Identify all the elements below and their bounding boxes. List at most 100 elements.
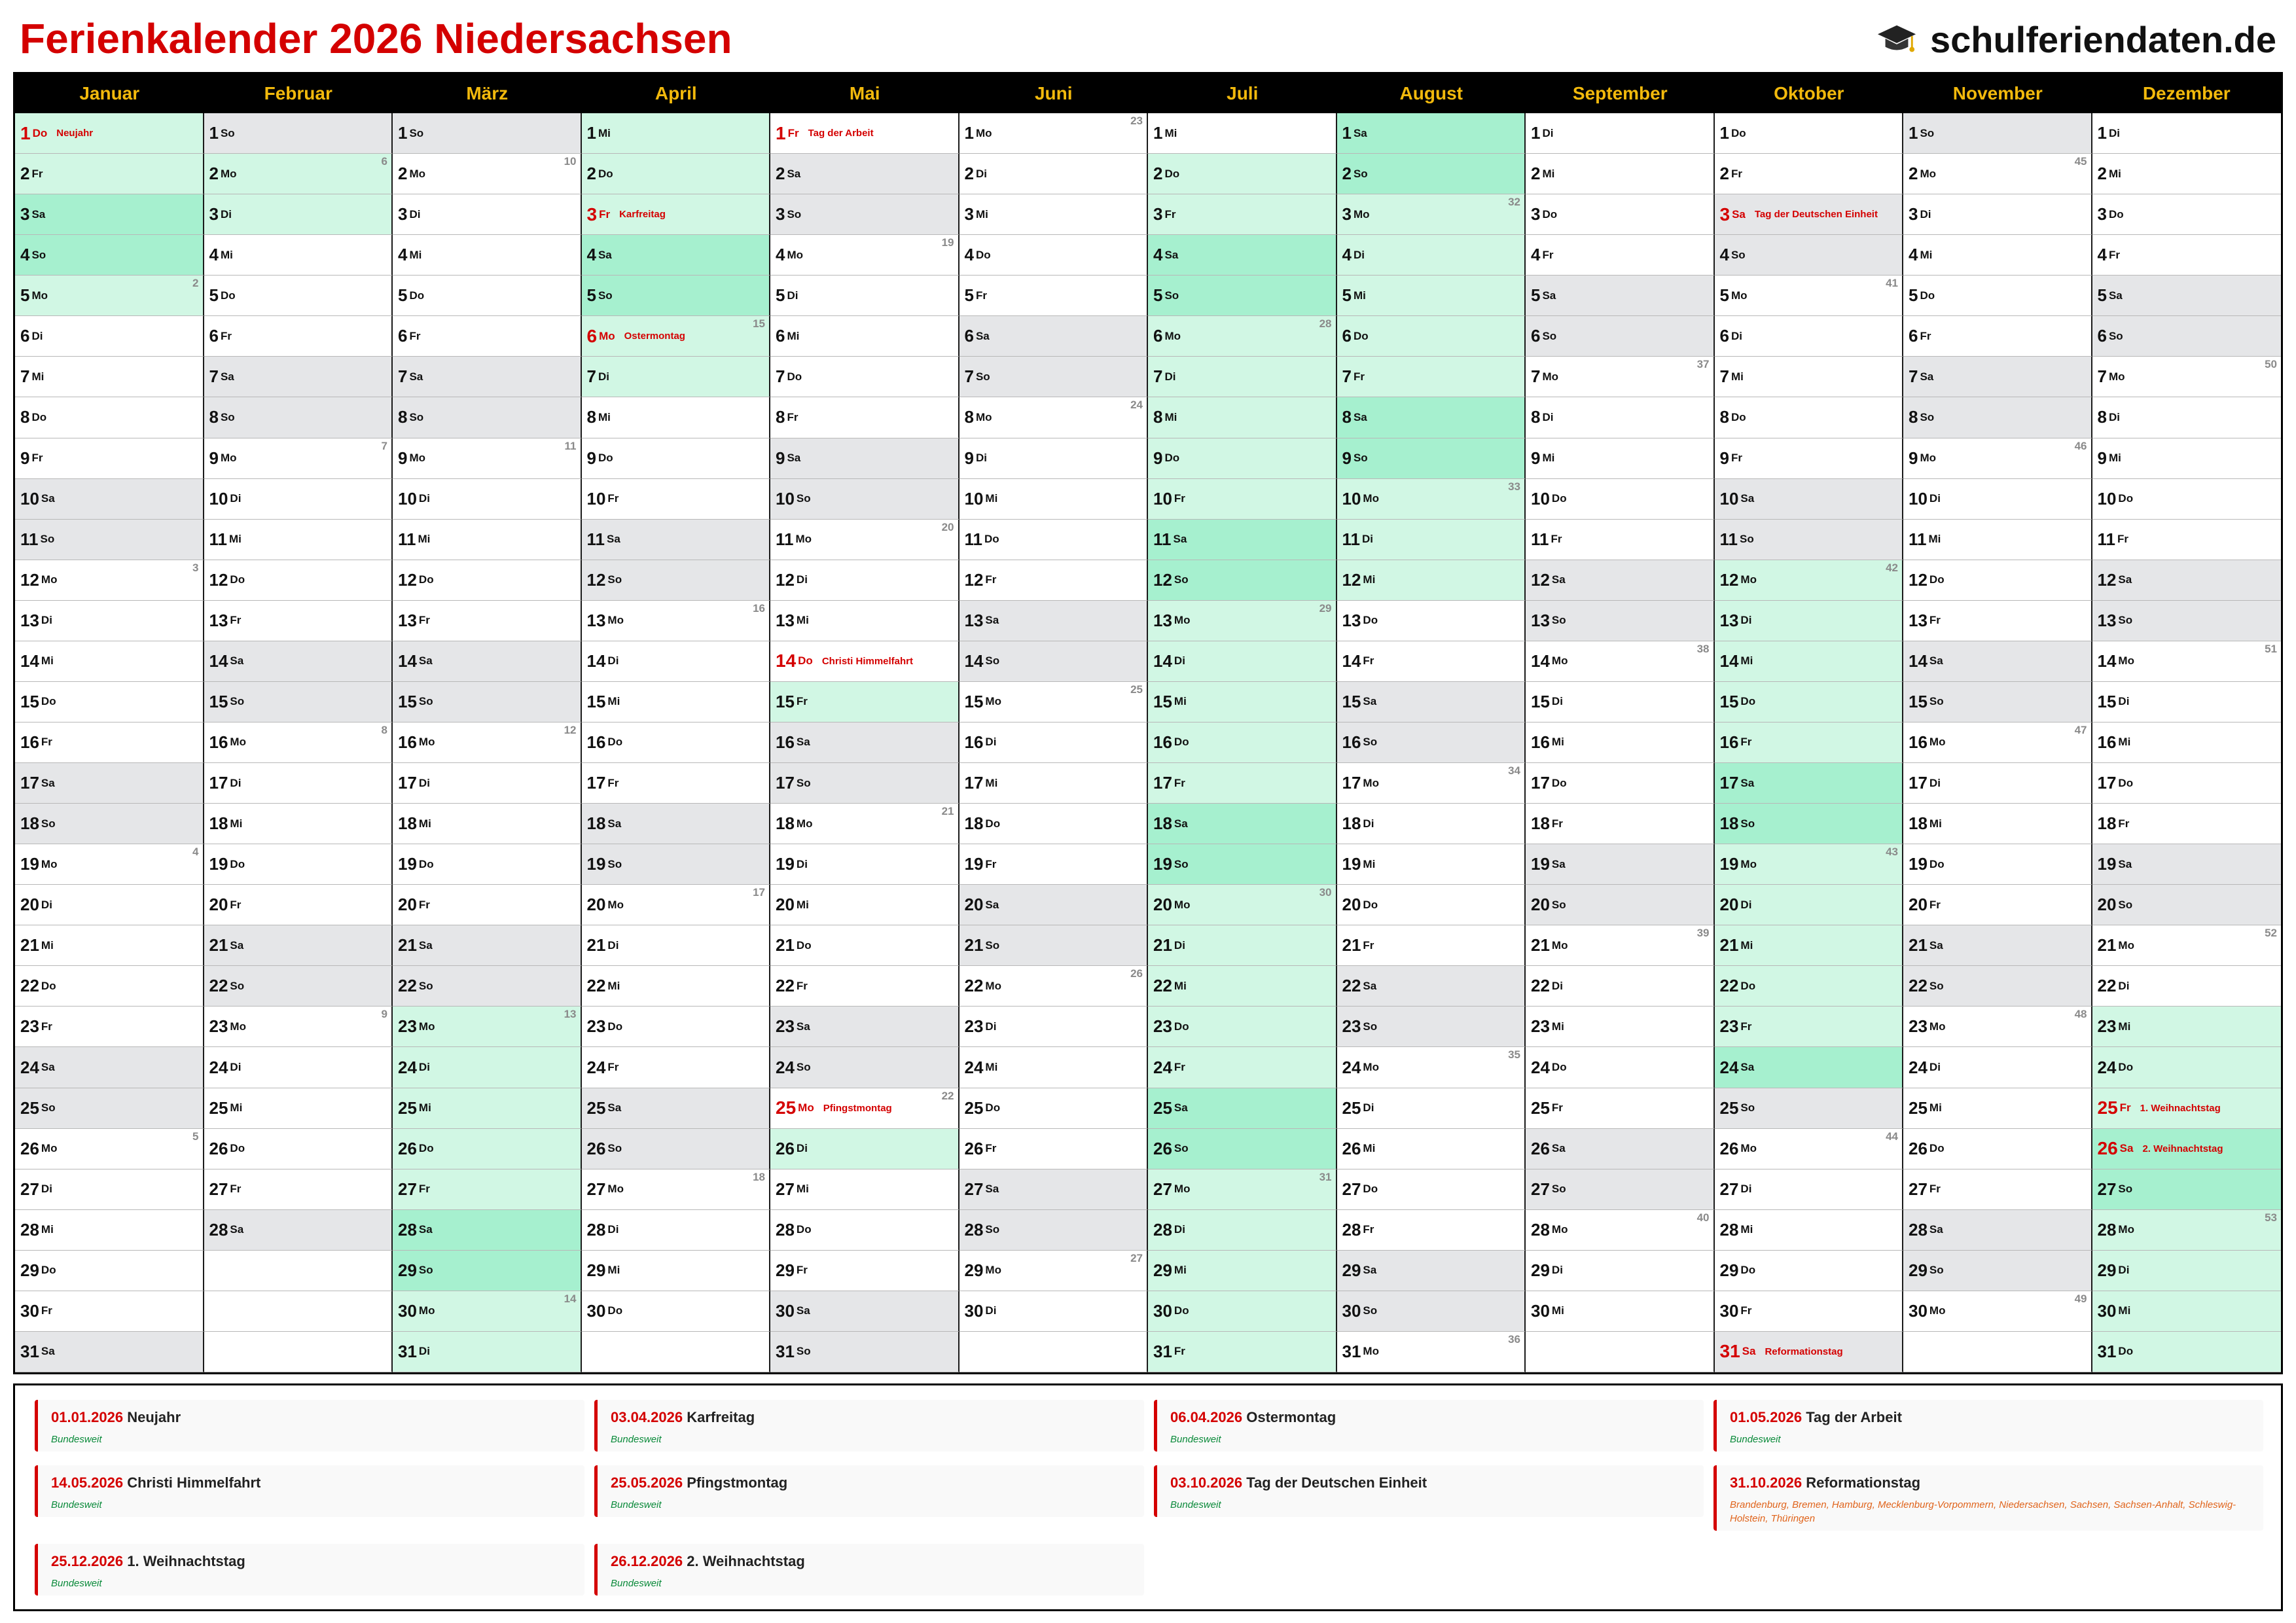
day-cell[interactable]: 6 Di: [1714, 316, 1903, 357]
day-cell[interactable]: 21 Mi: [1714, 925, 1903, 967]
day-cell[interactable]: 29 Di: [2092, 1250, 2281, 1291]
day-cell[interactable]: 9 Mi: [2092, 438, 2281, 479]
day-cell[interactable]: 3 Di: [393, 194, 582, 236]
day-cell[interactable]: 29 Mi: [581, 1250, 770, 1291]
day-cell[interactable]: 11 So: [15, 519, 204, 560]
day-cell[interactable]: 7 Fr: [1336, 357, 1526, 398]
day-cell[interactable]: 30 Mi: [1526, 1291, 1715, 1332]
day-cell[interactable]: 24 Di: [204, 1047, 393, 1088]
day-cell[interactable]: 22 So: [393, 966, 582, 1007]
day-cell[interactable]: 28 Mi: [15, 1209, 204, 1251]
day-cell[interactable]: 1 Mi: [581, 113, 770, 154]
day-cell[interactable]: 29 Do: [1714, 1250, 1903, 1291]
day-cell[interactable]: 25 Mi: [204, 1088, 393, 1129]
day-cell[interactable]: 14 Mo 38: [1526, 641, 1715, 682]
day-cell[interactable]: 15 So: [204, 681, 393, 722]
day-cell[interactable]: 10 So: [770, 478, 960, 520]
day-cell[interactable]: 10 Fr: [581, 478, 770, 520]
day-cell[interactable]: 20 Mo 17: [581, 885, 770, 926]
day-cell[interactable]: 7 Di: [581, 357, 770, 398]
day-cell[interactable]: 17 Di: [393, 763, 582, 804]
day-cell[interactable]: 8 Do: [15, 397, 204, 438]
brand-name[interactable]: schulferiendaten.de: [1930, 18, 2276, 61]
day-cell[interactable]: 31 Di: [393, 1331, 582, 1372]
day-cell[interactable]: 29 So: [1903, 1250, 2092, 1291]
day-cell[interactable]: 2 Mo 45: [1903, 154, 2092, 195]
day-cell[interactable]: 15 Mo 25: [959, 681, 1148, 722]
day-cell[interactable]: 13 So: [2092, 600, 2281, 641]
day-cell[interactable]: 28 Di: [581, 1209, 770, 1251]
day-cell[interactable]: 12 Mo 3: [15, 560, 204, 601]
day-cell[interactable]: 26 Di: [770, 1128, 960, 1169]
day-cell[interactable]: 29 So: [393, 1250, 582, 1291]
day-cell[interactable]: 18 So: [1714, 804, 1903, 845]
day-cell[interactable]: 4 Fr: [1526, 235, 1715, 276]
day-cell[interactable]: 13 So: [1526, 600, 1715, 641]
day-cell[interactable]: 28 Do: [770, 1209, 960, 1251]
day-cell[interactable]: 10 Mi: [959, 478, 1148, 520]
day-cell[interactable]: 19 Mo 4: [15, 844, 204, 885]
day-cell[interactable]: 22 So: [204, 966, 393, 1007]
day-cell[interactable]: 31 So: [770, 1331, 960, 1372]
day-cell[interactable]: 17 Mo 34: [1336, 763, 1526, 804]
day-cell[interactable]: 10 Mo 33: [1336, 478, 1526, 520]
day-cell[interactable]: 21 Sa: [204, 925, 393, 967]
day-cell[interactable]: 18 Mi: [393, 804, 582, 845]
day-cell[interactable]: 1 So: [393, 113, 582, 154]
day-cell[interactable]: 31 Mo 36: [1336, 1331, 1526, 1372]
day-cell[interactable]: 30 Di: [959, 1291, 1148, 1332]
day-cell[interactable]: 2 Sa: [770, 154, 960, 195]
day-cell[interactable]: 16 Mo 8: [204, 722, 393, 764]
day-cell[interactable]: 11 Do: [959, 519, 1148, 560]
day-cell[interactable]: 22 Sa: [1336, 966, 1526, 1007]
day-cell[interactable]: 3 Do: [2092, 194, 2281, 236]
day-cell[interactable]: 29 Do: [15, 1250, 204, 1291]
day-cell[interactable]: 27 Do: [1336, 1169, 1526, 1210]
day-cell[interactable]: 16 Mi: [2092, 722, 2281, 764]
day-cell[interactable]: 12 Do: [393, 560, 582, 601]
day-cell[interactable]: 1 Mi: [1148, 113, 1337, 154]
day-cell[interactable]: 15 So: [393, 681, 582, 722]
day-cell[interactable]: 3 Mi: [959, 194, 1148, 236]
day-cell[interactable]: 3 Mo 32: [1336, 194, 1526, 236]
day-cell[interactable]: 25 Mi: [393, 1088, 582, 1129]
day-cell[interactable]: 11 Mi: [1903, 519, 2092, 560]
day-cell[interactable]: 6 Di: [15, 316, 204, 357]
day-cell[interactable]: 2 Do: [1148, 154, 1337, 195]
day-cell[interactable]: 9 Fr: [15, 438, 204, 479]
day-cell[interactable]: 14 Do Christi Himmelfahrt: [770, 641, 960, 682]
day-cell[interactable]: 18 Mi: [204, 804, 393, 845]
day-cell[interactable]: 18 Di: [1336, 804, 1526, 845]
day-cell[interactable]: 3 Fr: [1148, 194, 1337, 236]
day-cell[interactable]: 13 Fr: [393, 600, 582, 641]
day-cell[interactable]: 18 Mi: [1903, 804, 2092, 845]
day-cell[interactable]: 14 Fr: [1336, 641, 1526, 682]
day-cell[interactable]: 19 Mo 43: [1714, 844, 1903, 885]
day-cell[interactable]: 5 Mo 41: [1714, 276, 1903, 317]
day-cell[interactable]: 14 So: [959, 641, 1148, 682]
day-cell[interactable]: 30 Fr: [1714, 1291, 1903, 1332]
day-cell[interactable]: 25 Mi: [1903, 1088, 2092, 1129]
day-cell[interactable]: 15 So: [1903, 681, 2092, 722]
day-cell[interactable]: 8 Mi: [581, 397, 770, 438]
day-cell[interactable]: 6 Mo 28: [1148, 316, 1337, 357]
day-cell[interactable]: 23 Mo 13: [393, 1007, 582, 1048]
day-cell[interactable]: 6 So: [1526, 316, 1715, 357]
day-cell[interactable]: 9 Do: [581, 438, 770, 479]
day-cell[interactable]: 15 Mi: [581, 681, 770, 722]
day-cell[interactable]: 20 Fr: [1903, 885, 2092, 926]
day-cell[interactable]: 30 Mo 14: [393, 1291, 582, 1332]
brand[interactable]: schulferiendaten.de: [1876, 14, 2276, 64]
day-cell[interactable]: 4 Mi: [1903, 235, 2092, 276]
day-cell[interactable]: 7 Do: [770, 357, 960, 398]
day-cell[interactable]: 18 Mo 21: [770, 804, 960, 845]
day-cell[interactable]: 18 Sa: [1148, 804, 1337, 845]
day-cell[interactable]: 5 Mo 2: [15, 276, 204, 317]
day-cell[interactable]: 4 So: [1714, 235, 1903, 276]
day-cell[interactable]: 22 Di: [2092, 966, 2281, 1007]
day-cell[interactable]: 30 Sa: [770, 1291, 960, 1332]
day-cell[interactable]: 22 Fr: [770, 966, 960, 1007]
day-cell[interactable]: 4 Mi: [204, 235, 393, 276]
day-cell[interactable]: 21 So: [959, 925, 1148, 967]
day-cell[interactable]: 10 Do: [1526, 478, 1715, 520]
